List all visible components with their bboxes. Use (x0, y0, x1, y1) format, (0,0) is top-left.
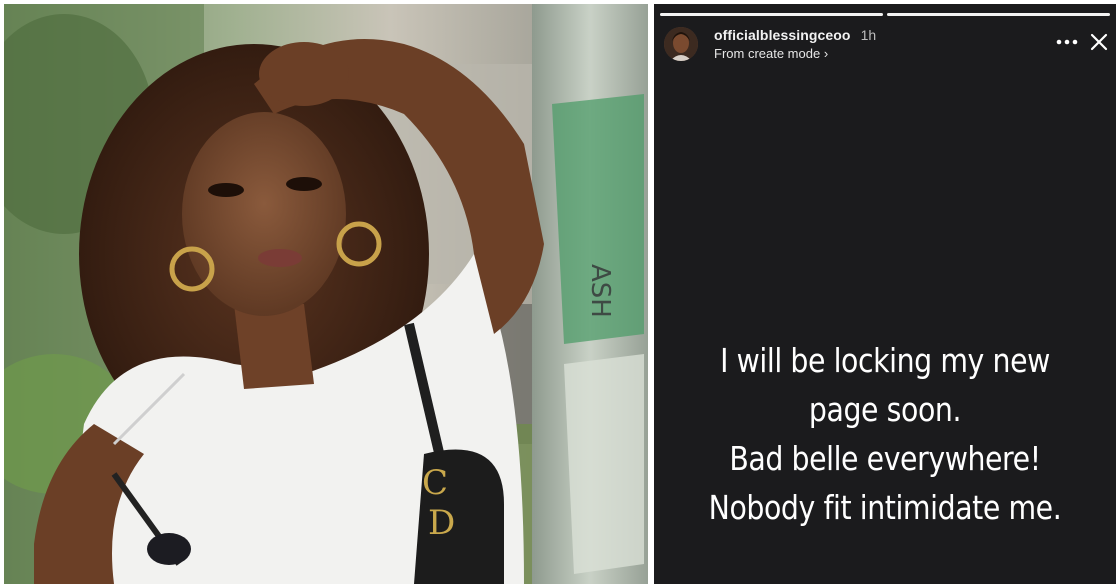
svg-text:C: C (422, 463, 448, 503)
close-icon (1090, 33, 1108, 51)
woman-photo: ASH C D (4, 4, 648, 584)
post-time: 1h (860, 26, 877, 43)
username[interactable]: officialblessingceoo (714, 27, 851, 44)
svg-text:ASH: ASH (585, 264, 615, 318)
more-options-button[interactable] (1056, 39, 1078, 45)
header-actions (1056, 33, 1108, 51)
avatar[interactable] (664, 27, 698, 61)
instagram-story: officialblessingceoo 1h From create mode… (654, 4, 1116, 584)
progress-segment-1 (660, 13, 883, 16)
caption-line-2: page soon. (808, 390, 962, 429)
caption-line-3: Bad belle everywhere! (729, 439, 1041, 478)
more-horizontal-icon (1056, 39, 1078, 45)
composite-frame: ASH C D officialblessingceoo 1h From cre… (0, 0, 1120, 588)
caption-line-4: Nobody fit intimidate me. (708, 488, 1062, 527)
user-meta: officialblessingceoo 1h From create mode… (714, 27, 876, 61)
progress-segment-2 (887, 13, 1110, 16)
close-button[interactable] (1090, 33, 1108, 51)
caption-line-1: I will be locking my new (720, 341, 1050, 380)
svg-text:D: D (428, 503, 455, 543)
story-header: officialblessingceoo 1h From create mode… (664, 24, 1108, 64)
story-progress-bar (660, 13, 1110, 16)
story-caption: I will be locking my new page soon. Bad … (686, 336, 1083, 532)
create-mode-link[interactable]: From create mode › (714, 46, 876, 62)
